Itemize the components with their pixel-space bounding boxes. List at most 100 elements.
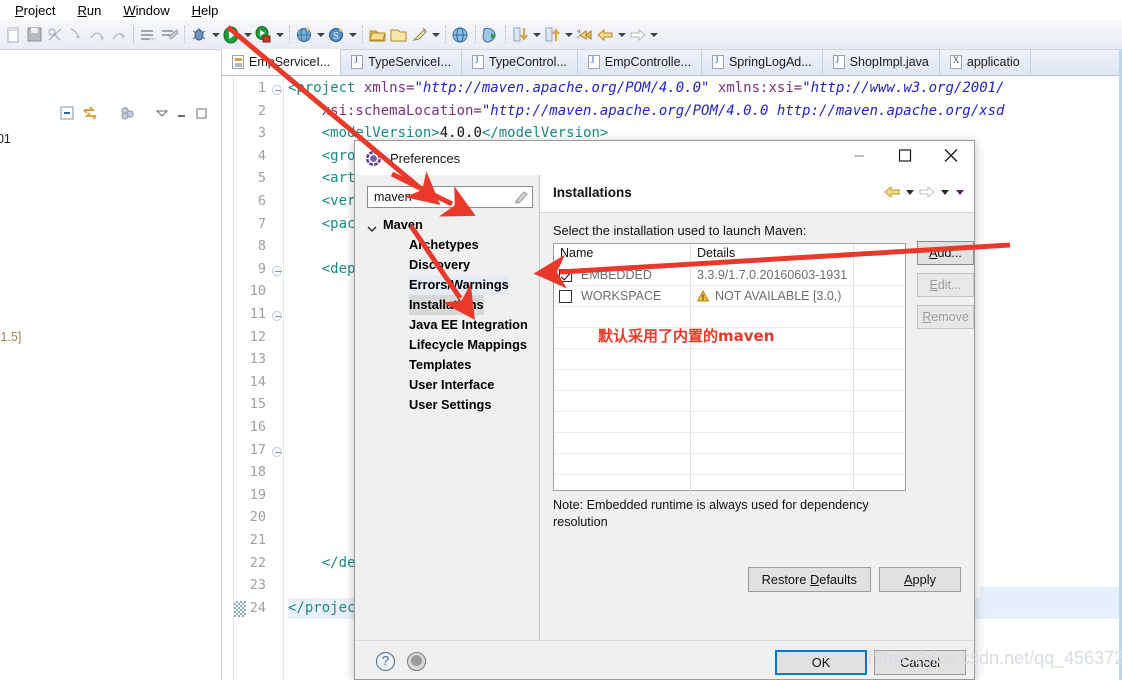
editor-tab[interactable]: SpringLogAd... <box>702 49 823 75</box>
table-body[interactable]: EMBEDDED 3.3.9/1.7.0.20160603-1931 WORKSPA… <box>554 265 905 496</box>
status-dot-icon[interactable] <box>407 652 426 671</box>
step-over-icon[interactable] <box>87 24 108 46</box>
search-input[interactable] <box>372 188 504 206</box>
skip-breakpoints-icon[interactable] <box>45 24 66 46</box>
ok-button[interactable]: OK <box>775 650 867 675</box>
table-empty-row[interactable] <box>554 370 905 391</box>
search-icon[interactable] <box>409 24 430 46</box>
installations-table[interactable]: Name Details EMBEDDED 3.3.9/1.7.0.20160603… <box>553 243 906 496</box>
chevron-down-icon[interactable] <box>367 220 377 232</box>
installation-checkbox[interactable] <box>559 268 572 282</box>
table-row[interactable]: WORKSPACE NOT AVAILABLE [3.0,) <box>554 286 905 307</box>
maximize-icon[interactable] <box>882 141 928 175</box>
help-icon[interactable]: ? <box>376 652 395 671</box>
editor-tab[interactable]: TypeServiceI... <box>341 49 462 75</box>
editor-tab[interactable]: EmpServiceI... <box>222 49 342 75</box>
collapse-all-icon[interactable] <box>60 106 75 126</box>
editor-tab[interactable]: TypeControl... <box>462 49 578 75</box>
tree-item-maven[interactable]: Maven <box>367 215 533 235</box>
open-browser-icon[interactable] <box>294 24 315 46</box>
tree-item-user-interface[interactable]: User Interface <box>367 375 533 395</box>
table-empty-row[interactable] <box>554 454 905 475</box>
back-navigation-caret-icon[interactable] <box>616 24 627 46</box>
editor-marker-gutter[interactable] <box>222 76 234 680</box>
focus-on-active-task-icon[interactable] <box>120 106 135 126</box>
forward-arrow-icon[interactable] <box>918 183 936 201</box>
menu-caret-icon[interactable] <box>953 183 966 201</box>
forward-navigation-caret-icon[interactable] <box>648 24 659 46</box>
save-icon[interactable] <box>24 24 45 46</box>
editor-tab[interactable]: applicatio <box>940 49 1031 75</box>
tree-item-archetypes[interactable]: Archetypes <box>367 235 533 255</box>
open-type-icon[interactable] <box>367 24 388 46</box>
editor-tab[interactable]: ShopImpl.java <box>823 49 940 75</box>
tree-item-errors-warnings[interactable]: Errors/Warnings <box>367 275 533 295</box>
preferences-tree[interactable]: Maven Archetypes Discovery Errors/Warnings I… <box>367 215 533 615</box>
tree-item-installations[interactable]: Installations <box>367 295 533 315</box>
apply-button[interactable]: Apply <box>878 567 961 592</box>
previous-annotation-caret-icon[interactable] <box>563 24 574 46</box>
external-tools-dropdown-caret-icon[interactable] <box>274 24 285 46</box>
last-edit-location-icon[interactable] <box>574 24 595 46</box>
tree-item-discovery[interactable]: Discovery <box>367 255 533 275</box>
back-arrow-icon[interactable] <box>883 183 901 201</box>
table-column-header[interactable]: Details <box>691 244 854 265</box>
tree-item-java-ee-integration[interactable]: Java EE Integration <box>367 315 533 335</box>
debug-dropdown-caret-icon[interactable] <box>210 24 221 46</box>
menu-item-window[interactable]: Window <box>112 2 180 19</box>
build-all-icon[interactable] <box>138 24 159 46</box>
fold-toggle-icon[interactable] <box>272 85 282 95</box>
spring-tool-icon[interactable]: S <box>326 24 347 46</box>
close-icon[interactable] <box>928 141 974 175</box>
table-empty-row[interactable] <box>554 349 905 370</box>
back-navigation-icon[interactable] <box>595 24 616 46</box>
forward-dropdown-caret-icon[interactable] <box>938 183 951 201</box>
tree-item-user-settings[interactable]: User Settings <box>367 395 533 415</box>
table-row[interactable]: EMBEDDED 3.3.9/1.7.0.20160603-1931 <box>554 265 905 286</box>
back-dropdown-caret-icon[interactable] <box>903 183 916 201</box>
package-explorer-pane[interactable]: n01 E-1.5] <box>0 50 222 680</box>
step-into-icon[interactable] <box>66 24 87 46</box>
search-dropdown-caret-icon[interactable] <box>430 24 441 46</box>
next-annotation-caret-icon[interactable] <box>531 24 542 46</box>
maximize-view-icon[interactable] <box>195 107 208 125</box>
spring-dropdown-caret-icon[interactable] <box>347 24 358 46</box>
view-menu-icon[interactable] <box>155 107 169 125</box>
table-column-header[interactable]: Name <box>554 244 691 265</box>
minimize-view-icon[interactable] <box>175 107 188 125</box>
fold-toggle-icon[interactable] <box>272 265 282 276</box>
table-empty-row[interactable] <box>554 475 905 496</box>
table-cell-name[interactable]: WORKSPACE <box>554 286 691 307</box>
clear-filter-icon[interactable] <box>510 187 532 207</box>
minimize-icon[interactable] <box>836 141 882 175</box>
installation-checkbox[interactable] <box>559 289 572 303</box>
web-icon[interactable] <box>450 24 471 46</box>
new-wizard-icon[interactable] <box>3 24 24 46</box>
table-empty-row[interactable] <box>554 433 905 454</box>
run-dropdown-caret-icon[interactable] <box>242 24 253 46</box>
run-on-server-icon[interactable] <box>480 24 501 46</box>
table-column-header[interactable] <box>854 244 905 265</box>
restore-defaults-button[interactable]: Restore Defaults <box>747 567 871 592</box>
menu-item-project[interactable]: Project <box>4 2 66 19</box>
run-external-tools-icon[interactable] <box>253 24 274 46</box>
menu-item-help[interactable]: Help <box>181 2 230 19</box>
forward-navigation-icon[interactable] <box>627 24 648 46</box>
add-button[interactable]: Add... <box>917 241 974 265</box>
build-project-icon[interactable] <box>159 24 180 46</box>
next-annotation-icon[interactable] <box>510 24 531 46</box>
dialog-title-bar[interactable]: Preferences <box>355 141 974 175</box>
editor-tab[interactable]: EmpControlle... <box>578 49 702 75</box>
preferences-filter-box[interactable] <box>367 186 533 208</box>
table-empty-row[interactable] <box>554 412 905 433</box>
browser-dropdown-caret-icon[interactable] <box>315 24 326 46</box>
step-return-icon[interactable] <box>108 24 129 46</box>
open-resource-icon[interactable] <box>388 24 409 46</box>
menu-item-run[interactable]: Run <box>66 2 112 19</box>
run-icon[interactable] <box>221 24 242 46</box>
table-cell-name[interactable]: EMBEDDED <box>554 265 691 286</box>
previous-annotation-icon[interactable] <box>542 24 563 46</box>
tree-item-templates[interactable]: Templates <box>367 355 533 375</box>
link-with-editor-icon[interactable] <box>82 106 98 126</box>
fold-toggle-icon[interactable] <box>272 446 282 457</box>
